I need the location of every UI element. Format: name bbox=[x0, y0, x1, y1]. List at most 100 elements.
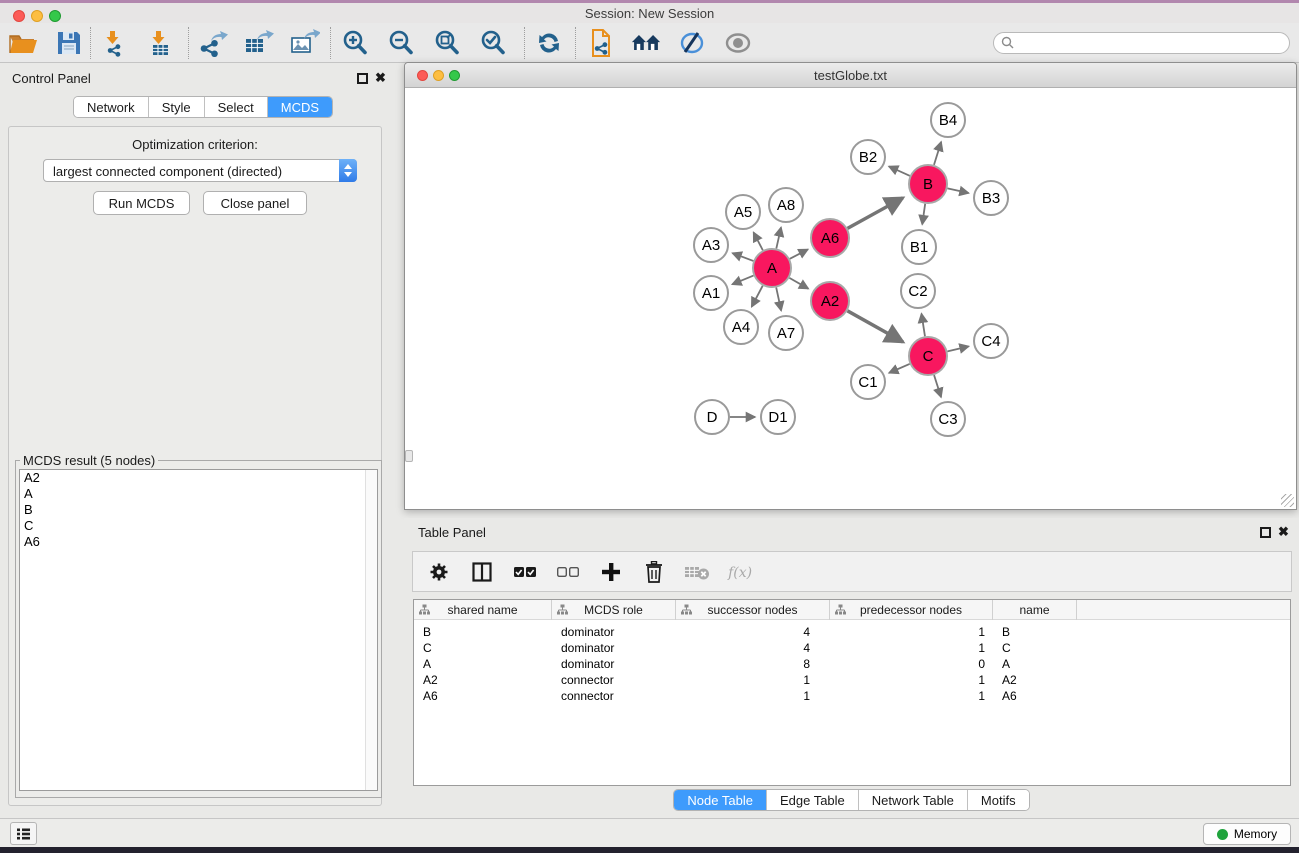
close-panel-button[interactable]: Close panel bbox=[203, 191, 307, 215]
cell-name[interactable]: A2 bbox=[993, 672, 1077, 688]
graph-edge-C-C4[interactable] bbox=[947, 346, 968, 351]
graph-edge-C-C3[interactable] bbox=[934, 375, 941, 397]
graph-edge-A6-B[interactable] bbox=[848, 198, 903, 228]
mcds-result-item[interactable]: C bbox=[20, 518, 377, 534]
cell-name[interactable]: B bbox=[993, 624, 1077, 640]
tab-mcds[interactable]: MCDS bbox=[268, 97, 332, 117]
graph-edge-B-B4[interactable] bbox=[934, 142, 941, 165]
graph-edge-A-A8[interactable] bbox=[776, 227, 781, 248]
optimization-criterion-dropdown[interactable]: largest connected component (directed) bbox=[43, 159, 357, 182]
cell-MCDS-role[interactable]: dominator bbox=[552, 640, 676, 656]
task-history-button[interactable] bbox=[10, 822, 37, 845]
tab-select[interactable]: Select bbox=[205, 97, 268, 117]
graph-node-B1[interactable]: B1 bbox=[901, 229, 937, 265]
cell-predecessor-nodes[interactable]: 1 bbox=[830, 688, 993, 704]
home-icon[interactable] bbox=[631, 28, 661, 58]
graph-node-C[interactable]: C bbox=[908, 336, 948, 376]
graph-edge-A-A4[interactable] bbox=[752, 286, 763, 307]
tab-network[interactable]: Network bbox=[74, 97, 149, 117]
graph-edge-A2-C[interactable] bbox=[847, 311, 903, 342]
table-row[interactable]: A2connector11A2 bbox=[414, 672, 1290, 688]
column-header-successor-nodes[interactable]: successor nodes bbox=[676, 600, 830, 620]
graph-edge-A-A1[interactable] bbox=[732, 276, 753, 285]
column-header-shared-name[interactable]: shared name bbox=[414, 600, 552, 620]
mcds-result-item[interactable]: A2 bbox=[20, 470, 377, 486]
cell-predecessor-nodes[interactable]: 1 bbox=[830, 640, 993, 656]
delete-table-icon[interactable] bbox=[683, 558, 711, 586]
run-mcds-button[interactable]: Run MCDS bbox=[93, 191, 190, 215]
table-row[interactable]: Bdominator41B bbox=[414, 624, 1290, 640]
refresh-icon[interactable] bbox=[534, 28, 564, 58]
cell-name[interactable]: C bbox=[993, 640, 1077, 656]
delete-row-icon[interactable] bbox=[640, 558, 668, 586]
graph-node-A5[interactable]: A5 bbox=[725, 194, 761, 230]
column-header-predecessor-nodes[interactable]: predecessor nodes bbox=[830, 600, 993, 620]
graph-node-A1[interactable]: A1 bbox=[693, 275, 729, 311]
mcds-result-item[interactable]: B bbox=[20, 502, 377, 518]
graph-node-A3[interactable]: A3 bbox=[693, 227, 729, 263]
memory-button[interactable]: Memory bbox=[1203, 823, 1291, 845]
cell-name[interactable]: A bbox=[993, 656, 1077, 672]
graph-node-A6[interactable]: A6 bbox=[810, 218, 850, 258]
tab-style[interactable]: Style bbox=[149, 97, 205, 117]
function-builder-icon[interactable]: f(x) bbox=[726, 558, 754, 586]
graph-edge-A-A6[interactable] bbox=[790, 249, 808, 258]
search-input[interactable] bbox=[993, 32, 1290, 54]
cell-successor-nodes[interactable]: 1 bbox=[676, 688, 830, 704]
mcds-result-list[interactable]: A2ABCA6 bbox=[19, 469, 378, 791]
control-panel-float-icon[interactable] bbox=[357, 73, 368, 84]
import-network-icon[interactable] bbox=[100, 28, 130, 58]
graph-edge-A-A7[interactable] bbox=[776, 288, 781, 311]
cell-MCDS-role[interactable]: connector bbox=[552, 688, 676, 704]
cell-MCDS-role[interactable]: dominator bbox=[552, 624, 676, 640]
zoom-out-icon[interactable] bbox=[386, 28, 416, 58]
cell-successor-nodes[interactable]: 4 bbox=[676, 624, 830, 640]
graph-edge-C-C1[interactable] bbox=[889, 364, 910, 373]
tab-motifs[interactable]: Motifs bbox=[968, 790, 1029, 810]
mcds-result-scrollbar[interactable] bbox=[365, 470, 377, 790]
column-header-MCDS-role[interactable]: MCDS role bbox=[552, 600, 676, 620]
cell-predecessor-nodes[interactable]: 1 bbox=[830, 672, 993, 688]
network-scrollbar-thumb[interactable] bbox=[405, 450, 413, 462]
graph-node-C2[interactable]: C2 bbox=[900, 273, 936, 309]
graph-node-A7[interactable]: A7 bbox=[768, 315, 804, 351]
settings-gear-icon[interactable] bbox=[425, 558, 453, 586]
table-panel-close-icon[interactable]: ✖ bbox=[1278, 524, 1289, 540]
column-header-name[interactable]: name bbox=[993, 600, 1077, 620]
cell-shared-name[interactable]: A6 bbox=[414, 688, 552, 704]
select-all-checks-icon[interactable] bbox=[511, 558, 539, 586]
cell-shared-name[interactable]: A2 bbox=[414, 672, 552, 688]
open-file-icon[interactable] bbox=[8, 28, 38, 58]
cell-shared-name[interactable]: B bbox=[414, 624, 552, 640]
graph-node-B[interactable]: B bbox=[908, 164, 948, 204]
table-row[interactable]: Adominator80A bbox=[414, 656, 1290, 672]
cell-MCDS-role[interactable]: dominator bbox=[552, 656, 676, 672]
mcds-result-item[interactable]: A6 bbox=[20, 534, 377, 550]
table-row[interactable]: Cdominator41C bbox=[414, 640, 1290, 656]
cell-MCDS-role[interactable]: connector bbox=[552, 672, 676, 688]
graph-edge-C-C2[interactable] bbox=[921, 314, 924, 337]
graph-node-A4[interactable]: A4 bbox=[723, 309, 759, 345]
graph-node-A2[interactable]: A2 bbox=[810, 281, 850, 321]
cell-predecessor-nodes[interactable]: 1 bbox=[830, 624, 993, 640]
cell-shared-name[interactable]: A bbox=[414, 656, 552, 672]
graph-edge-A-A5[interactable] bbox=[754, 232, 763, 250]
graph-edge-B-B1[interactable] bbox=[922, 204, 925, 224]
graph-edge-A-A2[interactable] bbox=[789, 278, 808, 289]
graph-edge-A-A3[interactable] bbox=[732, 253, 753, 261]
graph-node-C4[interactable]: C4 bbox=[973, 323, 1009, 359]
cell-name[interactable]: A6 bbox=[993, 688, 1077, 704]
network-resize-grip[interactable] bbox=[1281, 494, 1294, 507]
cell-predecessor-nodes[interactable]: 0 bbox=[830, 656, 993, 672]
graph-node-B4[interactable]: B4 bbox=[930, 102, 966, 138]
network-window-titlebar[interactable]: testGlobe.txt bbox=[405, 63, 1296, 88]
graph-node-A8[interactable]: A8 bbox=[768, 187, 804, 223]
mcds-result-item[interactable]: A bbox=[20, 486, 377, 502]
graph-edge-B-B2[interactable] bbox=[889, 166, 910, 175]
graph-edge-B-B3[interactable] bbox=[948, 188, 969, 193]
graph-node-D[interactable]: D bbox=[694, 399, 730, 435]
tab-node-table[interactable]: Node Table bbox=[674, 790, 767, 810]
add-row-icon[interactable] bbox=[597, 558, 625, 586]
export-image-icon[interactable] bbox=[290, 28, 320, 58]
graphics-details-icon[interactable] bbox=[677, 28, 707, 58]
